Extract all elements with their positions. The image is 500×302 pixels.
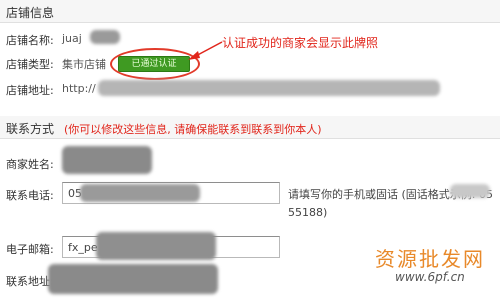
redacted-store-address [98,80,440,96]
store-type-label: 店铺类型: [6,58,54,71]
contact-header: 联系方式 (你可以修改这些信息, 请确保能联系到联系到你本人) [0,116,500,139]
store-info-header: 店铺信息 [0,0,500,23]
store-name-value: juaj [62,32,82,45]
watermark-url: www.6pf.cn [395,270,465,284]
merchant-name-label: 商家姓名: [6,158,54,171]
contact-address-label: 联系地址: [6,275,54,288]
phone-label: 联系电话: [6,189,54,202]
redacted-email [96,232,216,260]
watermark-text: 资源批发网 [375,247,485,271]
contact-title: 联系方式 [6,122,55,136]
store-info-title: 店铺信息 [6,6,55,20]
redacted-contact-address [48,264,218,294]
store-type-value: 集市店铺 [62,58,106,71]
redacted-phone [80,184,200,202]
email-label: 电子邮箱: [6,243,54,256]
store-name-label: 店铺名称: [6,34,54,47]
phone-hint-line2: 55188) [288,206,328,219]
redacted-phone-example [450,184,490,198]
annotation-text: 认证成功的商家会显示此牌照 [222,36,379,50]
redacted-store-name [90,30,120,44]
contact-note: (你可以修改这些信息, 请确保能联系到联系到你本人) [64,123,322,136]
redacted-merchant-name [62,146,152,174]
store-address-value: http:// [62,82,96,95]
red-arrow-icon [188,41,223,60]
email-input-value: fx_pe [68,241,98,254]
store-address-label: 店铺地址: [6,84,54,97]
